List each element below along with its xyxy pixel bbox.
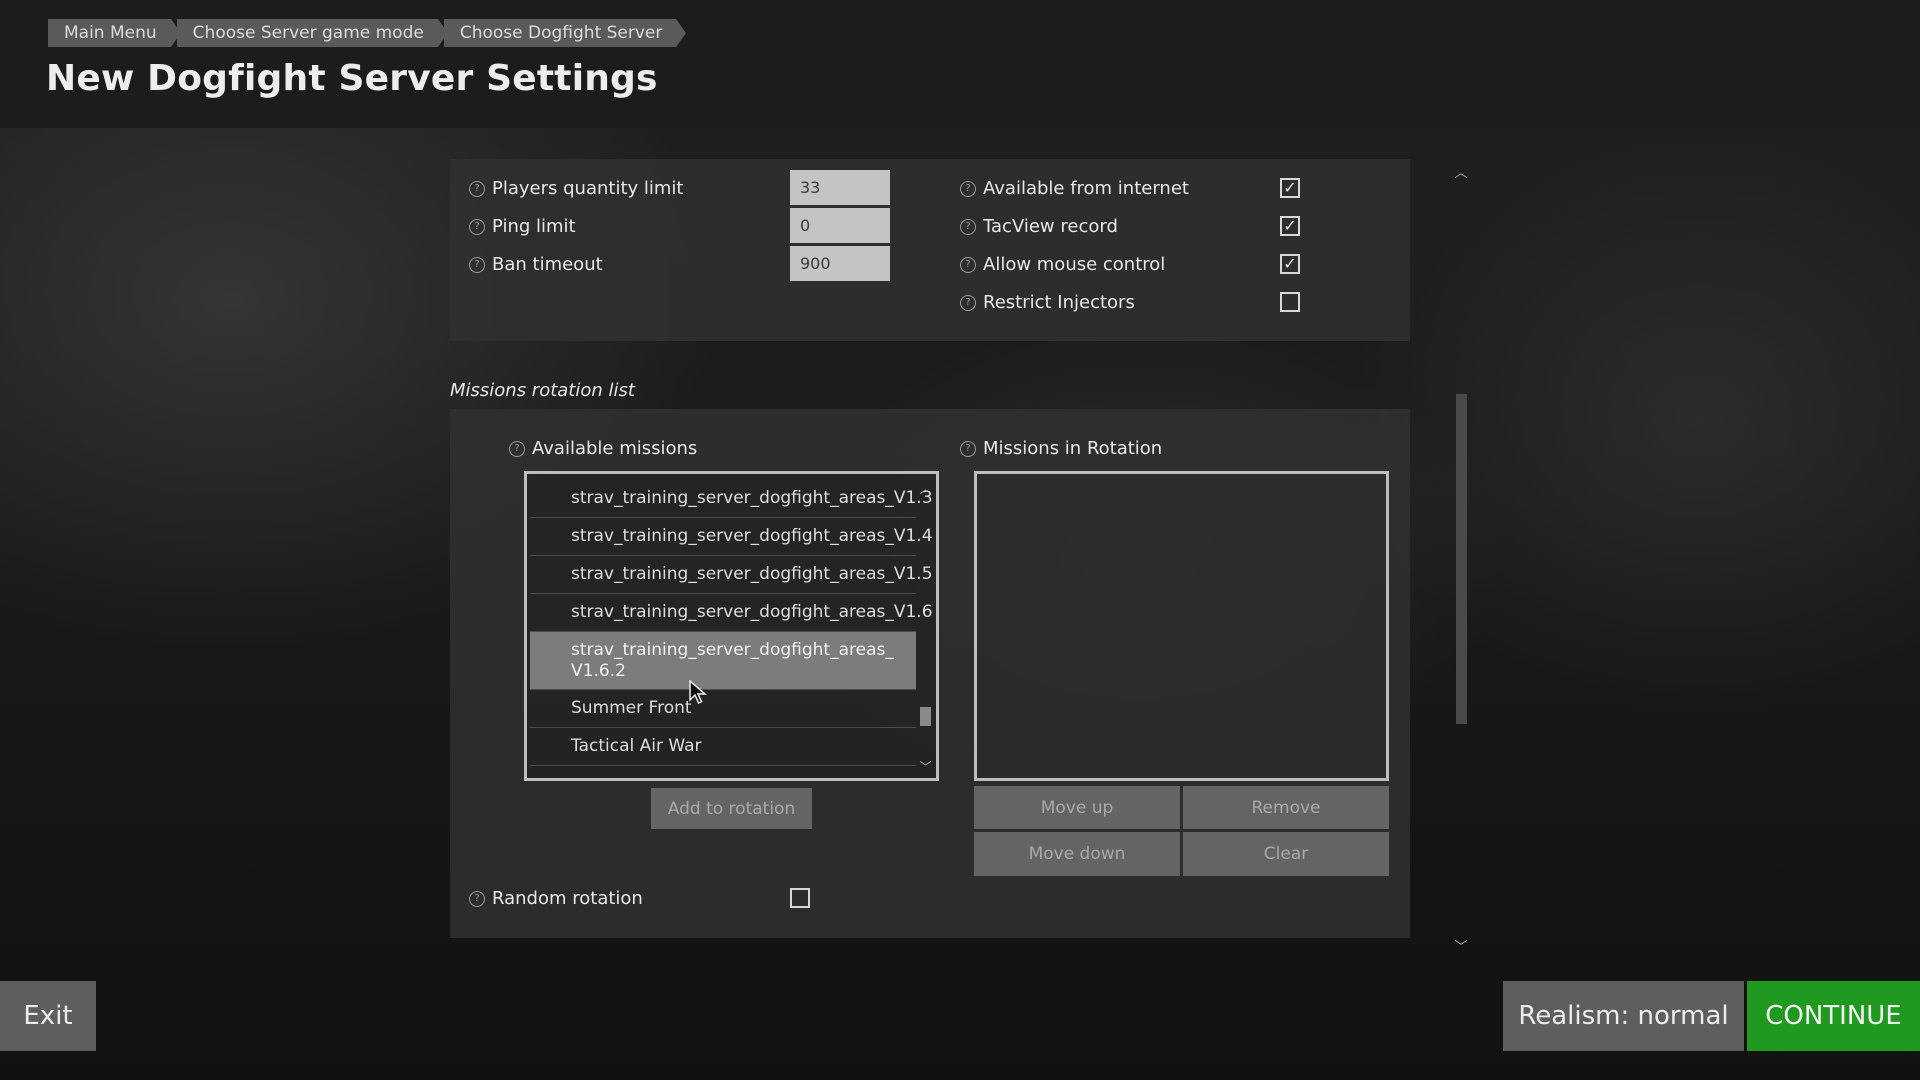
restrict-injectors-label: Restrict Injectors bbox=[983, 292, 1135, 313]
ping-limit-input[interactable] bbox=[790, 208, 890, 243]
random-rotation-checkbox[interactable] bbox=[790, 888, 810, 908]
restrict-injectors-checkbox[interactable] bbox=[1280, 292, 1300, 312]
random-rotation-row: ? Random rotation bbox=[469, 888, 643, 909]
ban-timeout-label: Ban timeout bbox=[492, 254, 603, 275]
chevron-up-icon[interactable]: ︿ bbox=[918, 480, 933, 497]
chevron-down-icon[interactable]: ﹀ bbox=[918, 758, 933, 775]
add-to-rotation-button[interactable]: Add to rotation bbox=[651, 788, 812, 829]
ping-limit-row: ? Ping limit bbox=[469, 216, 576, 237]
available-from-internet-checkbox[interactable]: ✓ bbox=[1280, 178, 1300, 198]
players-limit-row: ? Players quantity limit bbox=[469, 178, 683, 199]
checkmark-icon: ✓ bbox=[1283, 216, 1297, 235]
available-missions-scrollbar[interactable]: ︿ ﹀ bbox=[918, 480, 933, 775]
page-scrollbar-thumb[interactable] bbox=[1456, 394, 1467, 724]
continue-button[interactable]: CONTINUE bbox=[1747, 981, 1920, 1051]
players-limit-input[interactable] bbox=[790, 170, 890, 205]
missions-in-rotation-list[interactable] bbox=[974, 471, 1389, 781]
tacview-record-label: TacView record bbox=[983, 216, 1118, 237]
missions-in-rotation-label: Missions in Rotation bbox=[983, 438, 1163, 459]
list-item[interactable]: strav_training_server_dogfight_areas_V1.… bbox=[530, 594, 933, 632]
realism-button[interactable]: Realism: normal bbox=[1503, 981, 1744, 1051]
chevron-down-icon[interactable]: ﹀ bbox=[1453, 936, 1469, 955]
clear-button[interactable]: Clear bbox=[1183, 832, 1389, 876]
tacview-record-row: ? TacView record bbox=[960, 216, 1118, 237]
help-icon[interactable]: ? bbox=[960, 218, 976, 235]
checkmark-icon: ✓ bbox=[1283, 178, 1297, 197]
list-item[interactable] bbox=[530, 471, 916, 474]
available-missions-label: Available missions bbox=[532, 438, 698, 459]
restrict-injectors-row: ? Restrict Injectors bbox=[960, 292, 1135, 313]
help-icon[interactable]: ? bbox=[960, 440, 976, 457]
move-down-button[interactable]: Move down bbox=[974, 832, 1180, 876]
list-item[interactable]: strav_training_server_dogfight_areas_V1.… bbox=[530, 518, 933, 556]
chevron-up-icon[interactable]: ︿ bbox=[1453, 162, 1469, 181]
ban-timeout-input[interactable] bbox=[790, 246, 890, 281]
help-icon[interactable]: ? bbox=[960, 294, 976, 311]
help-icon[interactable]: ? bbox=[469, 256, 485, 273]
help-icon[interactable]: ? bbox=[469, 218, 485, 235]
ping-limit-label: Ping limit bbox=[492, 216, 576, 237]
help-icon[interactable]: ? bbox=[469, 890, 485, 907]
scrollbar-thumb[interactable] bbox=[920, 707, 931, 726]
exit-button[interactable]: Exit bbox=[0, 981, 96, 1051]
help-icon[interactable]: ? bbox=[469, 180, 485, 197]
available-missions-list[interactable]: strav_training_server_dogfight_areas_V1.… bbox=[524, 471, 939, 781]
available-from-internet-row: ? Available from internet bbox=[960, 178, 1189, 199]
random-rotation-label: Random rotation bbox=[492, 888, 643, 909]
allow-mouse-control-label: Allow mouse control bbox=[983, 254, 1166, 275]
top-header-bar: Main Menu Choose Server game mode Choose… bbox=[0, 0, 1920, 128]
list-item[interactable]: Tactical Air War bbox=[530, 728, 916, 766]
available-missions-header: ? Available missions bbox=[509, 438, 697, 459]
list-item[interactable]: strav_training_server_dogfight_areas_V1.… bbox=[530, 556, 933, 594]
breadcrumb-choose-server-game-mode[interactable]: Choose Server game mode bbox=[176, 19, 449, 47]
players-limit-label: Players quantity limit bbox=[492, 178, 684, 199]
allow-mouse-control-checkbox[interactable]: ✓ bbox=[1280, 254, 1300, 274]
available-from-internet-label: Available from internet bbox=[983, 178, 1189, 199]
help-icon[interactable]: ? bbox=[960, 180, 976, 197]
missions-in-rotation-header: ? Missions in Rotation bbox=[960, 438, 1162, 459]
list-item-selected[interactable]: strav_training_server_dogfight_areas_V1.… bbox=[530, 632, 916, 690]
list-item[interactable]: Summer Front bbox=[530, 690, 916, 728]
move-up-button[interactable]: Move up bbox=[974, 786, 1180, 829]
page-title: New Dogfight Server Settings bbox=[46, 58, 658, 99]
breadcrumb-choose-dogfight-server[interactable]: Choose Dogfight Server bbox=[443, 19, 686, 47]
missions-section-title: Missions rotation list bbox=[450, 380, 635, 401]
checkmark-icon: ✓ bbox=[1283, 254, 1297, 273]
page-scrollbar[interactable]: ︿ ﹀ bbox=[1453, 162, 1469, 962]
remove-button[interactable]: Remove bbox=[1183, 786, 1389, 829]
list-item[interactable]: strav_training_server_dogfight_areas_V1.… bbox=[530, 480, 933, 518]
breadcrumb-main-menu[interactable]: Main Menu bbox=[48, 19, 181, 47]
help-icon[interactable]: ? bbox=[960, 256, 976, 273]
help-icon[interactable]: ? bbox=[509, 440, 525, 457]
allow-mouse-control-row: ? Allow mouse control bbox=[960, 254, 1165, 275]
breadcrumb: Main Menu Choose Server game mode Choose… bbox=[48, 19, 686, 47]
tacview-record-checkbox[interactable]: ✓ bbox=[1280, 216, 1300, 236]
ban-timeout-row: ? Ban timeout bbox=[469, 254, 603, 275]
